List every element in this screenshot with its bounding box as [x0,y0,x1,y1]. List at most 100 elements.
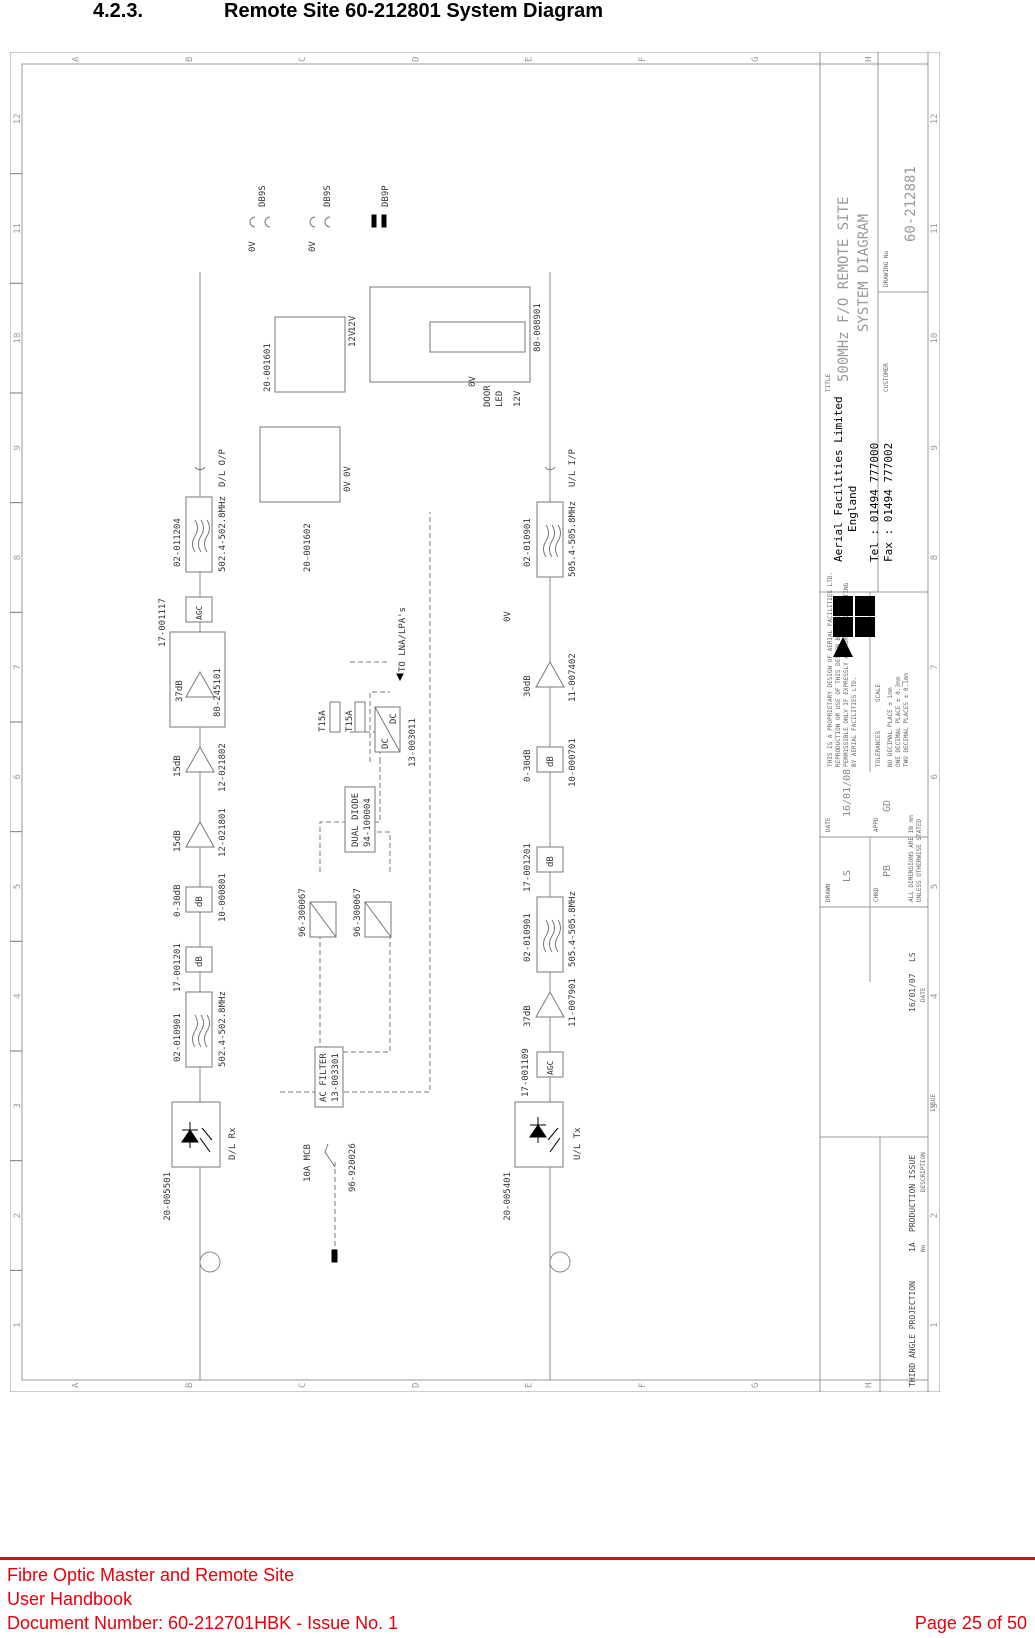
alarm-terminal-strip [429,321,526,353]
fibre-output-port [549,1251,571,1273]
to-lna-label: TO LNA/LPA's [398,607,408,672]
title-label: TITLE [825,374,832,392]
scale-label: SCALE [875,684,882,702]
board1-part: 20-001602 [303,523,313,572]
optical-tx-part: 20-005401 [503,1172,513,1221]
dual-diode-label: DUAL DIODE [351,793,361,847]
dimensions-note-1: ALL DIMENSIONS ARE IN mm [908,815,915,902]
company-country: England [846,486,859,532]
ul-atten2-part: 10-000701 [568,738,578,787]
dimensions-note-2: UNLESS OTHERWISE STATED [916,819,923,902]
date-value: 16/01/08 [842,769,853,817]
drawing-border [10,52,940,1392]
ul-agc-label: AGC [546,1060,555,1075]
dl-amplifier-2 [185,745,215,773]
ul-filter2-band: 505.4-505.8MHz [568,501,578,577]
dl-output-label: D/L O/P [218,448,228,487]
grid-row-ref: 12 [13,113,23,124]
tolerances-label: TOLERANCES [875,730,882,767]
board1-0v-a: 0V [343,466,353,477]
ul-amp1-gain: 37dB [523,1005,533,1027]
grid-row-ref: 8 [13,555,23,560]
uplink-chain: 20-005401 U/L Tx AGC 17-001109 37dB 11-0… [503,272,583,1380]
fuse-2 [354,701,366,733]
grid-row-ref: 7 [13,664,23,669]
date-label: DATE [825,817,832,832]
grid-column-ref: B [185,57,195,62]
alarm-door-label: DOOR [483,385,493,407]
grid-column-ref: C [298,1383,308,1388]
system-diagram: 1 12 23 34 45 56 67 78 89 910 1011 1112 12 AABBCCDDE… [10,52,940,1392]
ul-atten2-range: 0-30dB [523,749,533,782]
appd-label: APPD [873,817,880,832]
fuse2-label: T15A [345,710,355,732]
ul-atten2-label: dB [546,756,556,767]
grid-column-ref: B [185,1383,195,1388]
mcb-part: 96-920026 [348,1143,358,1192]
dl-filter2-part: 02-011204 [173,518,183,567]
drawn-value: LS [842,870,853,882]
footer-doc-number: Document Number: 60-212701HBK - Issue No… [7,1613,399,1633]
grid-column-ref: F [638,1383,648,1388]
grid-column-ref: G [751,57,761,62]
dl-amp2-gain: 15dB [173,755,183,777]
grid-row-ref: 2 [13,1213,23,1218]
grid-row-ref: 10 [930,333,940,344]
dl-agc-label: AGC [195,605,204,620]
grid-column-ref: A [72,56,82,62]
grid-column-ref: E [525,1383,535,1388]
dcdc-label-out: DC [389,713,399,724]
drawing-no-label: DRAWING No [883,250,890,287]
dcdc-part: 13-003011 [408,718,418,767]
appd-value: GD [882,800,893,812]
dl-rx-label: D/L Rx [228,1127,238,1160]
page-footer: Fibre Optic Master and Remote Site User … [7,1563,1027,1635]
dl-filter2-band: 502.4-502.8MHz [218,496,228,572]
grid-column-ref: F [638,57,648,62]
dual-diode-part: 94-100004 [363,798,373,847]
psu1-part: 96-300067 [298,888,308,937]
board2-12v-a: 12V [348,315,358,332]
issue-header-no: No [920,1244,927,1252]
dl-filter1-band: 502.4-502.8MHz [218,991,228,1067]
ul-filter2-part: 02-010901 [523,518,533,567]
ul-agc-part: 17-001109 [521,1048,531,1097]
issue-date: 16/01/07 [908,973,917,1012]
alarm-board-part: 80-008901 [533,303,543,352]
grid-row-ref: 11 [930,223,940,234]
grid-row-ref: 4 [930,993,940,998]
db9p-label: DB9P [381,185,391,207]
grid-column-ref: E [525,57,535,62]
grid-row-ref: 5 [13,884,23,889]
dcdc-label-in: DC [381,738,391,749]
db9s-1-label: DB9S [258,185,268,207]
arrow-icon [396,673,404,682]
mcb-switch-icon [324,1143,336,1168]
ul-amp2-gain: 30dB [523,675,533,697]
tolerance-2: ONE DECIMAL PLACE ± 0.3mm [895,676,902,767]
db9s-2-label: DB9S [323,185,333,207]
grid-row-ref: 12 [930,113,940,124]
alarm-0v-label: 0V [468,376,478,387]
ul-atten1-label: dB [546,856,556,867]
grid-column-ref: C [298,57,308,62]
grid-row-ref: 3 [13,1103,23,1108]
dl-atten1-part: 17-001201 [173,943,183,992]
footer-page-number: Page 25 of 50 [914,1613,1027,1633]
power-components: 10A MCB 96-920026 AC FILTER 13-003301 96… [298,607,418,1263]
dl-atten2-range: 0-30dB [173,884,183,917]
db9p-pin-1 [371,214,377,228]
grid-row-ref: 9 [13,445,23,450]
psu2-part: 96-300067 [353,888,363,937]
fibre-input-port [199,1251,221,1273]
company-name: Aerial Facilities Limited [832,396,845,562]
drawing-title-line-1: 500MHz F/O REMOTE SITE [836,197,852,382]
ul-input-label: U/L I/P [568,448,578,487]
board1-0v-b: 0V [343,481,353,492]
grid-row-ref: 4 [13,993,23,998]
footer-doc-title: Fibre Optic Master and Remote Site [7,1565,295,1585]
drawing-inner-border [21,63,929,1381]
mains-inlet [331,1249,338,1263]
db9s-1-0v: 0V [248,241,258,252]
grid-row-ref: 10 [13,333,23,344]
